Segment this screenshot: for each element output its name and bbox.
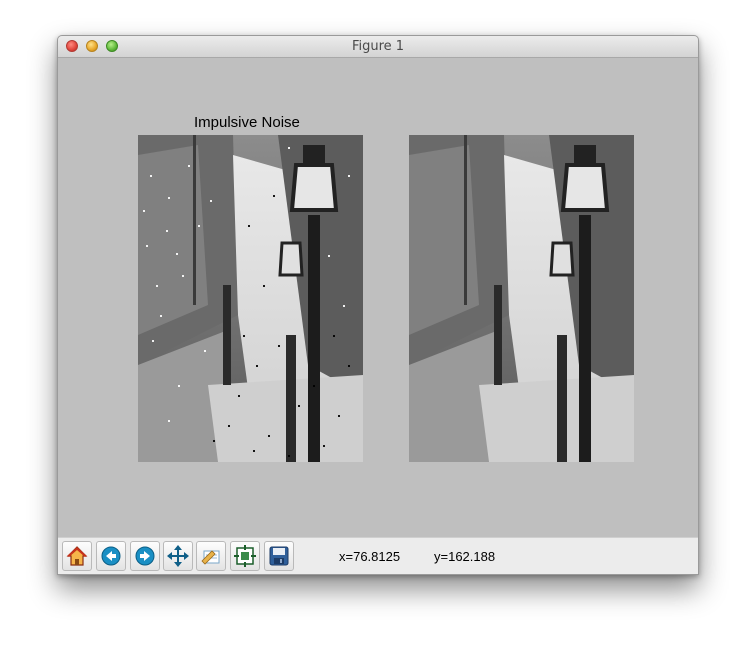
zoom-rect-button[interactable]: [196, 541, 226, 571]
y-coordinate-readout: y=162.188: [434, 549, 496, 564]
back-button[interactable]: [96, 541, 126, 571]
pan-icon: [167, 545, 189, 567]
save-button[interactable]: [264, 541, 294, 571]
back-icon: [101, 546, 121, 566]
x-coordinate-readout: x=76.8125: [339, 549, 401, 564]
zoom-icon: [201, 550, 220, 565]
figure-canvas[interactable]: Impulsive Noise: [58, 58, 698, 537]
axes-title: Impulsive Noise: [194, 114, 300, 131]
forward-icon: [135, 546, 155, 566]
subplots-icon: [234, 545, 256, 567]
pan-button[interactable]: [163, 541, 193, 571]
filtered-image[interactable]: [409, 135, 634, 462]
save-icon: [269, 546, 289, 566]
forward-button[interactable]: [130, 541, 160, 571]
title-bar[interactable]: Figure 1: [58, 36, 698, 58]
window-title: Figure 1: [351, 39, 405, 54]
home-icon: [66, 546, 88, 566]
noisy-image[interactable]: [138, 135, 363, 462]
navigation-toolbar: x=76.8125 y=162.188: [58, 537, 698, 574]
configure-subplots-button[interactable]: [230, 541, 260, 571]
figure-window: Figure 1 Impulsive Noise x=76.8125 y=162…: [57, 35, 699, 575]
home-button[interactable]: [62, 541, 92, 571]
